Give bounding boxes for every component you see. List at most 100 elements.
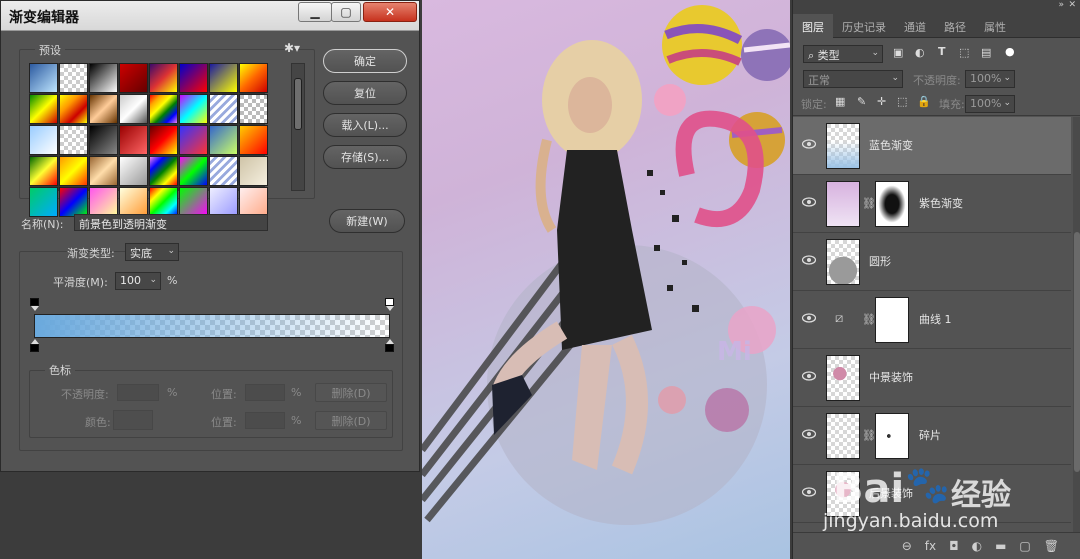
stop-opacity-field[interactable] — [117, 384, 159, 401]
eye-icon[interactable] — [801, 487, 817, 497]
new-layer-icon[interactable]: ▢ — [1019, 539, 1030, 553]
lock-pixels-icon[interactable]: ▦ — [835, 95, 845, 108]
preset-swatch[interactable] — [179, 156, 208, 186]
preset-swatch[interactable] — [149, 156, 178, 186]
collapse-icon[interactable]: » — [1058, 0, 1064, 10]
layer-row[interactable]: 中景装饰 — [793, 349, 1071, 407]
layer-row[interactable]: ⛓ 紫色渐变 — [793, 175, 1071, 233]
tab-channels[interactable]: 通道 — [895, 14, 935, 38]
preset-scrollbar[interactable] — [291, 63, 305, 191]
lock-artboard-icon[interactable]: ⬚ — [897, 95, 907, 108]
filter-pixel-icon[interactable]: ▣ — [893, 46, 903, 59]
preset-swatch[interactable] — [239, 125, 268, 155]
maximize-button[interactable]: ▢ — [331, 2, 361, 22]
close-panel-icon[interactable]: ✕ — [1068, 0, 1076, 10]
smoothness-select[interactable]: 100 ⌄ — [115, 272, 161, 290]
color-stop-right[interactable] — [384, 339, 395, 353]
opacity-stop-left[interactable] — [29, 298, 40, 312]
blend-mode-select[interactable]: 正常 ⌄ — [803, 70, 903, 88]
preset-swatch[interactable] — [119, 94, 148, 124]
preset-swatch[interactable] — [89, 94, 118, 124]
tab-paths[interactable]: 路径 — [935, 14, 975, 38]
eye-icon[interactable] — [801, 255, 817, 265]
minimize-button[interactable]: ▁ — [298, 2, 332, 22]
layer-row[interactable]: 后景装饰 — [793, 465, 1071, 523]
adjustment-icon[interactable]: ◐ — [972, 539, 982, 553]
layer-thumbnail[interactable] — [826, 239, 860, 285]
eye-icon[interactable] — [801, 313, 817, 323]
gradient-type-select[interactable]: 实底 ⌄ — [125, 243, 179, 261]
preset-swatch[interactable] — [59, 63, 88, 93]
opacity-field[interactable]: 100% ⌄ — [965, 70, 1015, 88]
preset-swatch[interactable] — [59, 94, 88, 124]
preset-swatch[interactable] — [119, 125, 148, 155]
gear-icon[interactable]: ✱▾ — [284, 41, 300, 55]
preset-swatch[interactable] — [59, 156, 88, 186]
preset-swatch[interactable] — [89, 125, 118, 155]
tab-properties[interactable]: 属性 — [975, 14, 1015, 38]
preset-swatch[interactable] — [149, 94, 178, 124]
layers-scrollbar[interactable] — [1073, 117, 1080, 532]
save-button[interactable]: 存储(S)... — [323, 145, 407, 169]
preset-swatch[interactable] — [119, 63, 148, 93]
filter-shape-icon[interactable]: ⬚ — [959, 46, 969, 59]
preset-swatch[interactable] — [89, 156, 118, 186]
preset-swatch[interactable] — [29, 125, 58, 155]
stop-color-location-field[interactable] — [245, 412, 285, 429]
mask-icon[interactable]: ◘ — [949, 539, 959, 553]
preset-swatch[interactable] — [239, 63, 268, 93]
delete-opacity-stop-button[interactable]: 删除(D) — [315, 383, 387, 402]
eye-icon[interactable] — [801, 197, 817, 207]
close-button[interactable]: ✕ — [363, 2, 417, 22]
layers-scroll-thumb[interactable] — [1074, 232, 1080, 472]
lock-all-icon[interactable]: 🔒 — [917, 95, 931, 108]
eye-icon[interactable] — [801, 139, 817, 149]
layer-row[interactable]: ⛓ 碎片 — [793, 407, 1071, 465]
layer-thumbnail[interactable] — [826, 123, 860, 169]
filter-toggle-icon[interactable]: ● — [1005, 45, 1015, 58]
layer-thumbnail[interactable] — [826, 181, 860, 227]
stop-location-field[interactable] — [245, 384, 285, 401]
filter-adjust-icon[interactable]: ◐ — [915, 46, 925, 59]
preset-swatch[interactable] — [179, 125, 208, 155]
layer-mask-thumbnail[interactable] — [875, 297, 909, 343]
preset-swatch[interactable] — [29, 156, 58, 186]
preset-swatch[interactable] — [89, 187, 118, 217]
new-button[interactable]: 新建(W) — [329, 209, 405, 233]
filter-smart-icon[interactable]: ▤ — [981, 46, 991, 59]
layer-filter-select[interactable]: ⌕ 类型 ⌄ — [803, 45, 883, 63]
preset-swatch[interactable] — [209, 94, 238, 124]
layer-thumbnail[interactable] — [826, 355, 860, 401]
delete-color-stop-button[interactable]: 删除(D) — [315, 411, 387, 430]
preset-swatch[interactable] — [119, 156, 148, 186]
link-icon[interactable]: ⛓ — [862, 313, 876, 326]
layer-row[interactable]: 蓝色渐变 — [793, 117, 1071, 175]
preset-swatch[interactable] — [239, 187, 268, 217]
preset-swatch[interactable] — [179, 94, 208, 124]
layer-thumbnail[interactable] — [826, 413, 860, 459]
layer-row[interactable]: 圆形 — [793, 233, 1071, 291]
preset-swatch[interactable] — [59, 187, 88, 217]
link-icon[interactable]: ⛓ — [862, 197, 876, 210]
tab-layers[interactable]: 图层 — [793, 14, 833, 38]
preset-swatch[interactable] — [179, 63, 208, 93]
preset-swatch[interactable] — [239, 156, 268, 186]
color-stop-left[interactable] — [29, 339, 40, 353]
name-field[interactable]: 前景色到透明渐变 — [74, 214, 268, 231]
preset-swatch[interactable] — [209, 63, 238, 93]
preset-swatch[interactable] — [239, 94, 268, 124]
eye-icon[interactable] — [801, 429, 817, 439]
preset-swatch[interactable] — [29, 63, 58, 93]
fill-field[interactable]: 100% ⌄ — [965, 95, 1015, 113]
layer-mask-thumbnail[interactable] — [875, 413, 909, 459]
reset-button[interactable]: 复位 — [323, 81, 407, 105]
opacity-stop-right[interactable] — [384, 298, 395, 312]
load-button[interactable]: 载入(L)... — [323, 113, 407, 137]
folder-icon[interactable]: ▬ — [995, 539, 1006, 553]
fx-icon[interactable]: fx — [925, 539, 936, 553]
stop-color-swatch[interactable] — [113, 410, 153, 430]
link-icon[interactable]: ⊖ — [902, 539, 912, 553]
layer-mask-thumbnail[interactable] — [875, 181, 909, 227]
scroll-thumb[interactable] — [294, 78, 302, 130]
tab-history[interactable]: 历史记录 — [833, 14, 895, 38]
